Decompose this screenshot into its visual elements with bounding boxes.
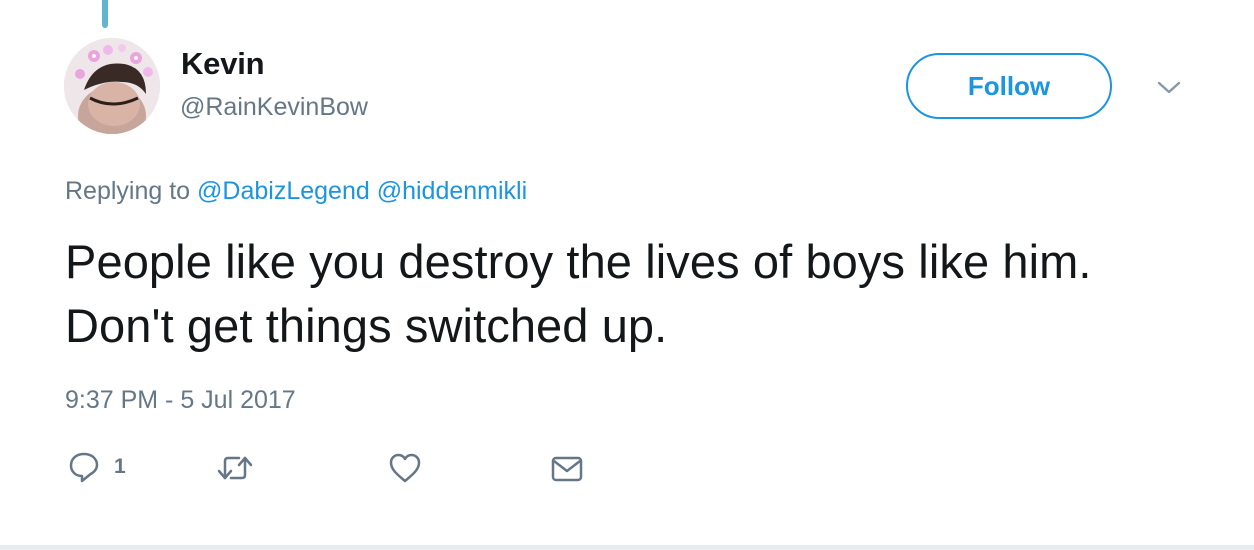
chevron-down-icon — [1157, 81, 1181, 94]
user-name[interactable]: Kevin — [181, 46, 265, 82]
retweet-button[interactable] — [216, 455, 254, 481]
retweet-icon — [217, 456, 253, 480]
direct-message-button[interactable] — [551, 455, 583, 483]
avatar-photo — [64, 38, 160, 134]
tweet-bottom-border — [0, 545, 1254, 550]
reply-button[interactable]: 1 — [68, 451, 126, 483]
conversation-thread-line — [102, 0, 108, 28]
more-options-button[interactable] — [1156, 78, 1182, 98]
mention-link[interactable]: @DabizLegend — [197, 177, 370, 205]
envelope-icon — [551, 456, 583, 482]
replying-to-line: Replying to @DabizLegend @hiddenmikli — [65, 177, 527, 206]
heart-icon — [389, 453, 421, 483]
mention-link[interactable]: @hiddenmikli — [377, 177, 527, 205]
replying-to-label: Replying to — [65, 177, 191, 205]
reply-count: 1 — [114, 455, 126, 478]
like-button[interactable] — [388, 452, 422, 484]
reply-icon — [69, 452, 99, 483]
user-handle[interactable]: @RainKevinBow — [180, 93, 368, 122]
tweet-timestamp[interactable]: 9:37 PM - 5 Jul 2017 — [65, 386, 296, 415]
follow-button[interactable]: Follow — [906, 53, 1112, 119]
avatar[interactable] — [64, 38, 160, 134]
tweet-text: People like you destroy the lives of boy… — [65, 235, 1092, 352]
